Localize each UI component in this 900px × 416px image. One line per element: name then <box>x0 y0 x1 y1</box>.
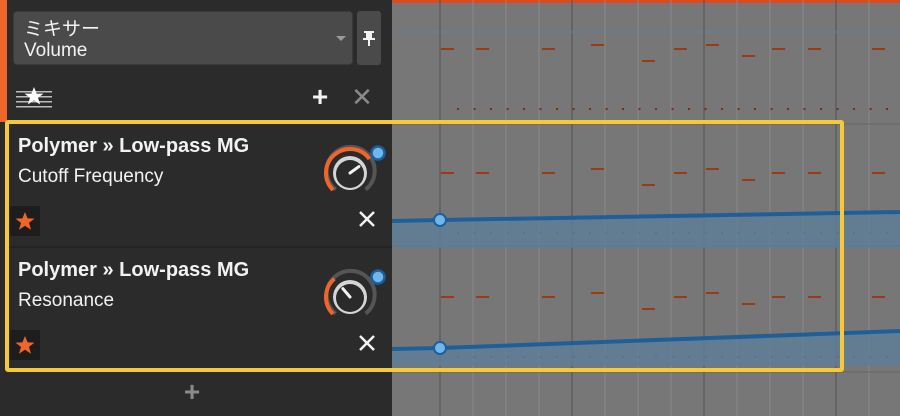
step-mark <box>506 108 509 110</box>
note-mark <box>476 172 489 174</box>
note-mark <box>441 172 454 174</box>
note-mark <box>772 172 785 174</box>
pin-icon <box>363 31 375 46</box>
note-mark <box>441 296 454 298</box>
step-mark <box>490 108 492 110</box>
favorites-filter-icon <box>16 87 52 108</box>
note-mark <box>642 308 655 310</box>
lane-separators <box>392 31 900 373</box>
mixer-title: ミキサー <box>24 19 101 40</box>
step-mark <box>638 108 641 110</box>
step-mark <box>688 108 690 110</box>
note-mark <box>591 44 604 46</box>
step-mark <box>572 108 575 110</box>
automation-point[interactable] <box>433 213 447 227</box>
step-mark <box>886 108 888 110</box>
note-mark <box>772 48 785 50</box>
step-mark <box>853 108 855 110</box>
note-mark <box>772 296 785 298</box>
automation-point[interactable] <box>433 341 447 355</box>
note-mark <box>591 292 604 294</box>
favorites-filter-button[interactable] <box>16 85 52 109</box>
note-mark <box>674 172 687 174</box>
star-icon <box>15 212 35 230</box>
parameter-device: Polymer » Low-pass MG <box>18 259 250 281</box>
step-mark <box>820 108 822 110</box>
favorite-toggle[interactable] <box>10 206 40 236</box>
note-mark <box>742 303 755 305</box>
step-mark <box>671 108 674 110</box>
note-mark <box>808 172 821 174</box>
parameter-cutoff-frequency[interactable]: Polymer » Low-pass MG Cutoff Frequency <box>7 124 392 245</box>
note-mark <box>872 296 885 298</box>
step-mark <box>605 108 608 110</box>
step-mark <box>787 108 789 110</box>
note-marks <box>441 44 888 358</box>
add-parameter-button[interactable]: + <box>180 378 204 406</box>
step-mark <box>869 108 872 110</box>
step-mark <box>655 108 657 110</box>
step-mark <box>836 108 839 110</box>
step-mark <box>704 108 707 110</box>
note-mark <box>591 168 604 170</box>
track-color-strip <box>0 0 7 122</box>
note-mark <box>476 296 489 298</box>
note-mark <box>706 168 719 170</box>
cutoff-knob[interactable] <box>320 144 386 202</box>
add-button[interactable]: + <box>307 83 333 111</box>
parameter-name: Cutoff Frequency <box>18 166 164 187</box>
modulation-dot[interactable] <box>370 145 386 161</box>
modulation-dot[interactable] <box>370 269 386 285</box>
note-mark <box>808 296 821 298</box>
pin-button[interactable] <box>357 11 381 65</box>
note-mark <box>642 184 655 186</box>
note-mark <box>542 296 555 298</box>
mixer-value: Volume <box>24 40 88 61</box>
note-mark <box>674 48 687 50</box>
note-mark <box>872 172 885 174</box>
note-mark <box>642 60 655 62</box>
step-mark <box>754 108 756 110</box>
note-mark <box>872 48 885 50</box>
step-mark <box>770 108 773 110</box>
close-icon[interactable] <box>354 206 380 232</box>
star-icon <box>15 336 35 354</box>
step-mark <box>803 108 806 110</box>
timeline-canvas[interactable] <box>392 0 900 416</box>
parameter-resonance[interactable]: Polymer » Low-pass MG Resonance <box>7 248 392 369</box>
mixer-selector[interactable]: ミキサー Volume <box>13 11 353 65</box>
note-mark <box>742 179 755 181</box>
note-mark <box>542 48 555 50</box>
note-mark <box>706 44 719 46</box>
close-icon[interactable] <box>354 330 380 356</box>
resonance-knob[interactable] <box>320 268 386 326</box>
step-mark <box>556 108 558 110</box>
step-mark <box>721 108 723 110</box>
note-mark <box>441 48 454 50</box>
dropdown-arrow-icon <box>336 36 346 41</box>
favorite-toggle[interactable] <box>10 330 40 360</box>
step-mark <box>539 108 542 110</box>
note-mark <box>808 48 821 50</box>
step-mark <box>523 108 525 110</box>
automation-timeline[interactable] <box>392 0 900 416</box>
app-window: ミキサー Volume + ✕ Polymer » Low-pass MG Cu… <box>0 0 900 416</box>
remote-controls-panel: ミキサー Volume + ✕ Polymer » Low-pass MG Cu… <box>0 0 392 416</box>
note-mark <box>706 292 719 294</box>
step-mark <box>473 108 476 110</box>
note-mark <box>742 55 755 57</box>
note-mark <box>674 296 687 298</box>
step-mark <box>589 108 591 110</box>
note-mark <box>542 172 555 174</box>
step-mark <box>457 108 459 110</box>
note-mark <box>476 48 489 50</box>
clear-button[interactable]: ✕ <box>349 84 375 110</box>
step-mark <box>622 108 624 110</box>
parameter-name: Resonance <box>18 290 115 311</box>
step-mark <box>737 108 740 110</box>
timeline-header-bar <box>392 0 900 3</box>
parameter-device: Polymer » Low-pass MG <box>18 135 250 157</box>
